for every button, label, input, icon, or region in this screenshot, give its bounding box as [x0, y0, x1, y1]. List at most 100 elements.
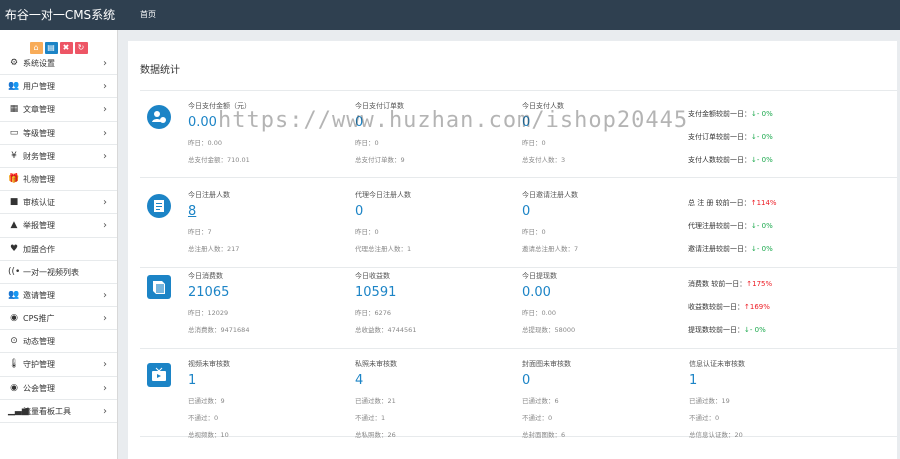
- chevron-right-icon: ›: [103, 313, 107, 325]
- sidebar-item[interactable]: ¥ 财务管理 ›: [0, 145, 117, 168]
- stat-title: 今日注册人数: [188, 191, 230, 199]
- sidebar-item[interactable]: 👥 用户管理 ›: [0, 75, 117, 99]
- stat-card: 今日消费数 21065 昨日：12029 总消费数：9471684: [188, 271, 338, 334]
- sidebar-item[interactable]: 👥 邀请管理 ›: [0, 284, 117, 308]
- chevron-right-icon: ›: [103, 220, 107, 232]
- stat-title: 今日邀请注册人数: [522, 191, 578, 199]
- nav-home-tab[interactable]: 首页: [140, 0, 156, 30]
- sidebar-item-label: 加盟合作: [23, 244, 55, 254]
- quick-actions: ⌂ ▤ ✖ ↻: [0, 30, 117, 54]
- sidebar-item[interactable]: ◉ 公会管理 ›: [0, 377, 117, 400]
- sidebar-item[interactable]: 🌡 守护管理 ›: [0, 353, 117, 377]
- sidebar-item[interactable]: ♥ 加盟合作: [0, 238, 117, 261]
- sidebar-item[interactable]: 🎁 礼物管理: [0, 168, 117, 192]
- stat-value: 21065: [188, 285, 230, 300]
- stat-value: 4: [355, 373, 364, 388]
- compare-label: 收益数较前一日：: [688, 303, 744, 311]
- stat-yesterday: 昨日：0: [355, 139, 379, 147]
- stat-title: 私照未审核数: [355, 360, 397, 368]
- stat-value: 0: [355, 204, 364, 219]
- gears-icon: ⚙: [9, 58, 19, 68]
- stat-value: 1: [188, 373, 197, 388]
- stat-title: 视频未审核数: [188, 360, 230, 368]
- eye-icon: ◉: [10, 382, 18, 393]
- compare-label: 总 注 册 较前一日：: [688, 199, 751, 207]
- stat-total: 不通过：0: [689, 414, 720, 422]
- chevron-right-icon: ›: [103, 289, 107, 301]
- warning-icon: ▲: [10, 220, 18, 231]
- stat-value: 0.00: [522, 285, 551, 300]
- sidebar-item-label: 一对一视频列表: [23, 267, 79, 277]
- stat-yesterday: 昨日：0: [355, 228, 379, 236]
- chevron-right-icon: ›: [103, 127, 107, 139]
- stats-row: 今日消费数 21065 昨日：12029 总消费数：9471684 今日收益数 10591…: [140, 261, 900, 349]
- stat-extra: 总封面图数：6: [522, 431, 566, 439]
- stat-total: 总注册人数：217: [188, 245, 240, 253]
- sidebar-item[interactable]: ■ 审核认证 ›: [0, 191, 117, 215]
- yen-icon: ¥: [11, 150, 17, 161]
- stats-row: 视频未审核数 1 已通过数：9 不通过：0 总视频数：10 私照未审核数 4 已通过数：21 不…: [140, 349, 900, 439]
- sidebar-item[interactable]: ((• 一对一视频列表: [0, 261, 117, 284]
- compare-label: 代理注册较前一日：: [688, 222, 751, 230]
- sidebar-item[interactable]: ⚙ 系统设置 ›: [0, 52, 117, 76]
- stat-total: 不通过：1: [355, 414, 386, 422]
- chevron-right-icon: ›: [103, 150, 107, 162]
- stat-yesterday: 已通过数：19: [689, 397, 730, 405]
- compare-line: 支付人数较前一日：↓- 0%: [688, 155, 888, 165]
- sidebar-item[interactable]: ▦ 文章管理 ›: [0, 98, 117, 122]
- compare-value: 175%: [752, 280, 773, 288]
- stat-value[interactable]: 8: [188, 204, 338, 222]
- compare-line: 邀请注册较前一日：↓- 0%: [688, 244, 888, 254]
- stat-total: 总消费数：9471684: [188, 326, 250, 334]
- compare-line: 收益数较前一日：↑169%: [688, 302, 888, 312]
- compare-value: - 0%: [756, 156, 773, 164]
- stat-yesterday: 昨日：6276: [355, 309, 392, 317]
- users-icon: 👥: [8, 81, 20, 92]
- sidebar-item-label: 用户管理: [23, 82, 55, 92]
- watermark-text: https://www.huzhan.com/ishop20445: [218, 108, 689, 133]
- stat-card: 代理今日注册人数 0 昨日：0 代理总注册人数：1: [355, 190, 505, 253]
- stat-value: 10591: [355, 285, 397, 300]
- stat-value: 1: [689, 373, 698, 388]
- sidebar-item-label: 守护管理: [23, 360, 55, 370]
- compare-label: 支付订单较前一日：: [688, 133, 751, 141]
- stat-total: 总支付订单数：9: [355, 156, 405, 164]
- compare-value: - 0%: [756, 245, 773, 253]
- compare-value: 114%: [756, 199, 777, 207]
- compare-line: 总 注 册 较前一日：↑114%: [688, 198, 888, 208]
- stat-total: 总支付金额：710.01: [188, 156, 250, 164]
- sidebar-item-label: 系统设置: [23, 59, 55, 68]
- stat-yesterday: 昨日：0: [522, 228, 546, 236]
- thermometer-icon: 🌡: [8, 359, 20, 370]
- top-bar: 布谷一对一CMS系统 首页: [0, 0, 900, 30]
- broadcast-icon: ((•: [8, 266, 21, 277]
- compare-value: - 0%: [756, 222, 773, 230]
- chevron-right-icon: ›: [103, 104, 107, 116]
- gift-icon: 🎁: [8, 173, 20, 184]
- stat-total: 总支付人数：3: [522, 156, 566, 164]
- sidebar-item[interactable]: ▭ 等级管理 ›: [0, 122, 117, 145]
- stat-title: 信息认证未审核数: [689, 360, 745, 368]
- stat-extra: 总私照数：26: [355, 431, 396, 439]
- compare-line: 提现数较前一日：↓- 0%: [688, 325, 888, 335]
- sidebar-item-label: 审核认证: [23, 198, 55, 208]
- chevron-right-icon: ›: [103, 58, 107, 69]
- sidebar-item[interactable]: ⊙ 动态管理: [0, 330, 117, 354]
- compare-value: 169%: [749, 303, 770, 311]
- stat-title: 今日提现数: [522, 272, 557, 280]
- chevron-right-icon: ›: [103, 382, 107, 394]
- sidebar-item[interactable]: ◉ CPS推广 ›: [0, 307, 117, 331]
- stat-yesterday: 已通过数：9: [188, 397, 225, 405]
- signal-icon: ▁▃▅: [8, 405, 29, 416]
- clipboard-icon: [147, 194, 171, 218]
- main-panel: 数据统计 今日支付金额（元） 0.00 昨日：0.00 总支付金额：710.01 今日支…: [128, 41, 900, 459]
- sidebar-item[interactable]: ▲ 举报管理 ›: [0, 214, 117, 238]
- heart-icon: ♥: [9, 243, 19, 254]
- sidebar-item-label: CPS推广: [23, 314, 55, 324]
- sidebar-item-label: 财务管理: [23, 151, 55, 161]
- stats-row: 今日注册人数 8 昨日：7 总注册人数：217 代理今日注册人数 0 昨日：0 代理总注册人数…: [140, 180, 900, 268]
- stat-yesterday: 昨日：12029: [188, 309, 229, 317]
- compare-line: 代理注册较前一日：↓- 0%: [688, 221, 888, 231]
- stat-value: 0: [522, 373, 531, 388]
- sidebar-item[interactable]: ▁▃▅ 流量看板工具 ›: [0, 400, 117, 423]
